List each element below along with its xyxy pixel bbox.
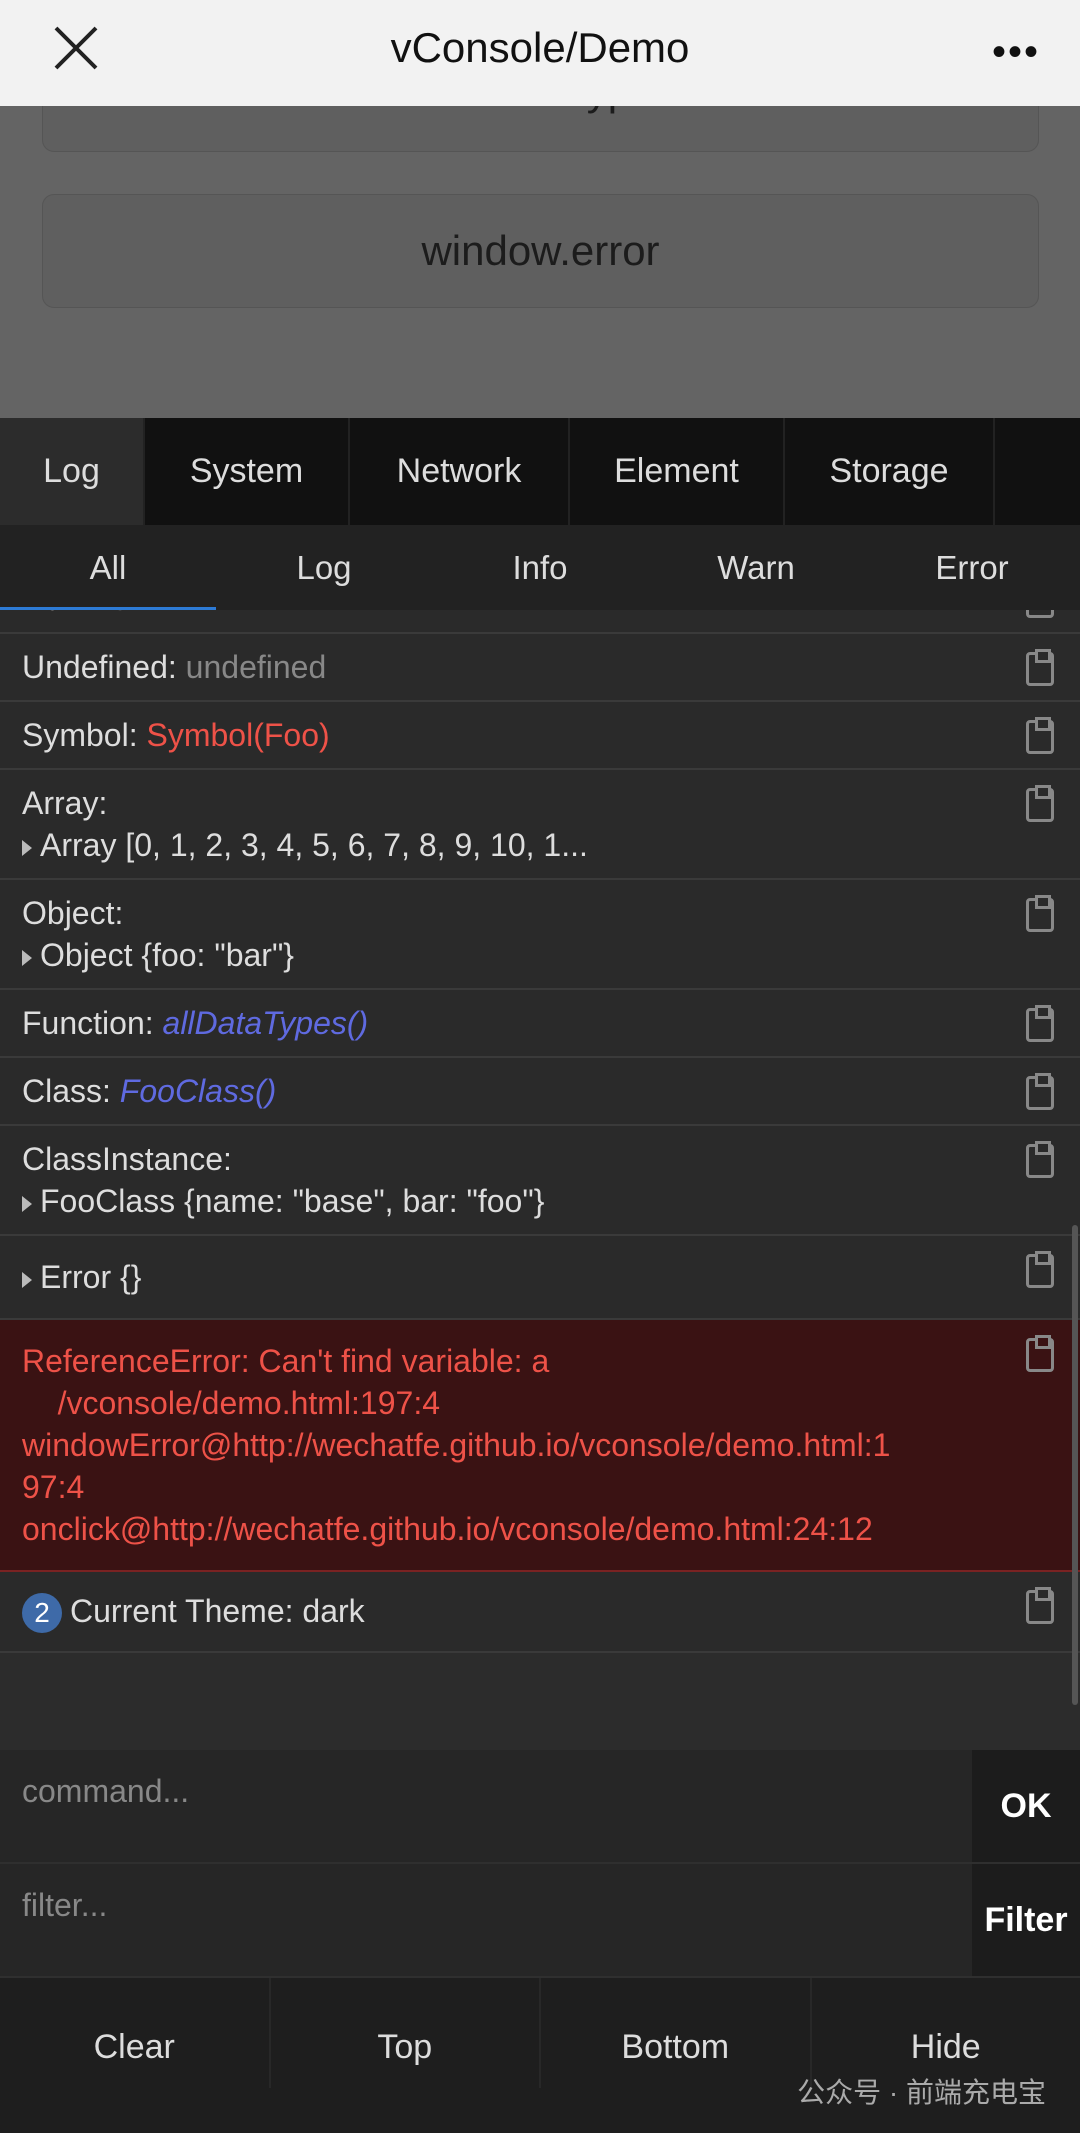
copy-icon[interactable]: [1026, 1073, 1054, 1110]
command-input[interactable]: [0, 1750, 972, 1862]
log-key: Undefined:: [22, 649, 177, 685]
subtab-all[interactable]: All: [0, 525, 216, 610]
filter-row: Filter: [0, 1864, 1080, 1978]
expandable-value[interactable]: Error {}: [22, 1256, 990, 1298]
log-key: Array:: [22, 785, 108, 821]
error-line: windowError@http://wechatfe.github.io/vc…: [22, 1427, 891, 1463]
app-header: vConsole/Demo •••: [0, 0, 1080, 106]
copy-icon[interactable]: [1026, 610, 1054, 618]
expand-triangle-icon[interactable]: [22, 840, 32, 856]
toolbar: Clear Top Bottom Hide 公众号 · 前端充电宝: [0, 1978, 1080, 2133]
copy-icon[interactable]: [1026, 1251, 1054, 1288]
clear-button[interactable]: Clear: [0, 1978, 271, 2088]
log-item: Error {}: [0, 1236, 1080, 1320]
subtab-info[interactable]: Info: [432, 525, 648, 610]
filter-button[interactable]: Filter: [972, 1864, 1080, 1976]
log-key: ClassInstance:: [22, 1141, 232, 1177]
expand-triangle-icon[interactable]: [22, 1196, 32, 1212]
ok-button[interactable]: OK: [972, 1750, 1080, 1862]
copy-icon[interactable]: [1026, 1587, 1054, 1624]
expandable-value[interactable]: Array [0, 1, 2, 3, 4, 5, 6, 7, 8, 9, 10,…: [22, 824, 990, 866]
subtab-log[interactable]: Log: [216, 525, 432, 610]
log-item: Function: allDataTypes(): [0, 990, 1080, 1058]
bottom-button[interactable]: Bottom: [541, 1978, 812, 2088]
log-value: Error {}: [40, 1259, 142, 1295]
log-item: Class: FooClass(): [0, 1058, 1080, 1126]
watermark: 公众号 · 前端充电宝: [797, 2077, 1046, 2108]
log-value: undefined: [185, 649, 327, 685]
error-log-item: ReferenceError: Can't find variable: a /…: [0, 1320, 1080, 1572]
copy-icon[interactable]: [1026, 1141, 1054, 1178]
repeat-count-badge: 2: [22, 1593, 62, 1633]
subtab-warn[interactable]: Warn: [648, 525, 864, 610]
log-item: Object: Object {foo: "bar"}: [0, 880, 1080, 990]
more-icon[interactable]: •••: [992, 30, 1040, 75]
expand-triangle-icon[interactable]: [22, 950, 32, 966]
error-line: /vconsole/demo.html:197:4: [22, 1385, 440, 1421]
copy-icon[interactable]: [1026, 649, 1054, 686]
tab-system[interactable]: System: [145, 418, 350, 525]
log-value: FooClass(): [119, 1073, 277, 1109]
log-item: Null: null: [0, 610, 1080, 634]
log-item: 2 Current Theme: dark: [0, 1572, 1080, 1653]
vconsole-panel: Log System Network Element Storage All L…: [0, 418, 1080, 2133]
log-value: FooClass {name: "base", bar: "foo"}: [40, 1183, 545, 1219]
tab-network[interactable]: Network: [350, 418, 570, 525]
log-value: null: [95, 610, 145, 617]
window-error-button[interactable]: window.error: [42, 194, 1039, 308]
subtab-error[interactable]: Error: [864, 525, 1080, 610]
log-item: ClassInstance: FooClass {name: "base", ba…: [0, 1126, 1080, 1236]
log-value: Current Theme: dark: [70, 1593, 365, 1629]
log-item: Array: Array [0, 1, 2, 3, 4, 5, 6, 7, 8, …: [0, 770, 1080, 880]
main-tabs: Log System Network Element Storage: [0, 418, 1080, 525]
page-title: vConsole/Demo: [390, 24, 690, 71]
log-value: allDataTypes(): [162, 1005, 369, 1041]
tab-storage[interactable]: Storage: [785, 418, 995, 525]
expandable-value[interactable]: FooClass {name: "base", bar: "foo"}: [22, 1180, 990, 1222]
log-item: Symbol: Symbol(Foo): [0, 702, 1080, 770]
tab-log[interactable]: Log: [0, 418, 145, 525]
error-line: 97:4: [22, 1469, 85, 1505]
log-key: Null:: [22, 610, 86, 617]
log-key: Symbol:: [22, 717, 138, 753]
log-key: Object:: [22, 895, 124, 931]
copy-icon[interactable]: [1026, 717, 1054, 754]
expand-triangle-icon[interactable]: [22, 1272, 32, 1288]
log-item: Undefined: undefined: [0, 634, 1080, 702]
copy-icon[interactable]: [1026, 785, 1054, 822]
log-key: Function:: [22, 1005, 154, 1041]
log-value: Object {foo: "bar"}: [40, 937, 294, 973]
error-line: ReferenceError: Can't find variable: a: [22, 1343, 550, 1379]
top-button[interactable]: Top: [271, 1978, 541, 2088]
log-filter-tabs: All Log Info Warn Error: [0, 525, 1080, 610]
tab-element[interactable]: Element: [570, 418, 785, 525]
scrollbar[interactable]: [1072, 1225, 1078, 1705]
filter-input[interactable]: [0, 1864, 972, 1976]
command-row: OK: [0, 1750, 1080, 1864]
log-list[interactable]: Null: null Undefined: undefined Symbol: …: [0, 610, 1080, 1750]
error-line: onclick@http://wechatfe.github.io/vconso…: [22, 1511, 873, 1547]
log-value: Symbol(Foo): [146, 717, 330, 753]
log-key: Class:: [22, 1073, 111, 1109]
copy-icon[interactable]: [1026, 895, 1054, 932]
copy-icon[interactable]: [1026, 1005, 1054, 1042]
log-value: Array [0, 1, 2, 3, 4, 5, 6, 7, 8, 9, 10,…: [40, 827, 588, 863]
expandable-value[interactable]: Object {foo: "bar"}: [22, 934, 990, 976]
copy-icon[interactable]: [1026, 1335, 1054, 1372]
